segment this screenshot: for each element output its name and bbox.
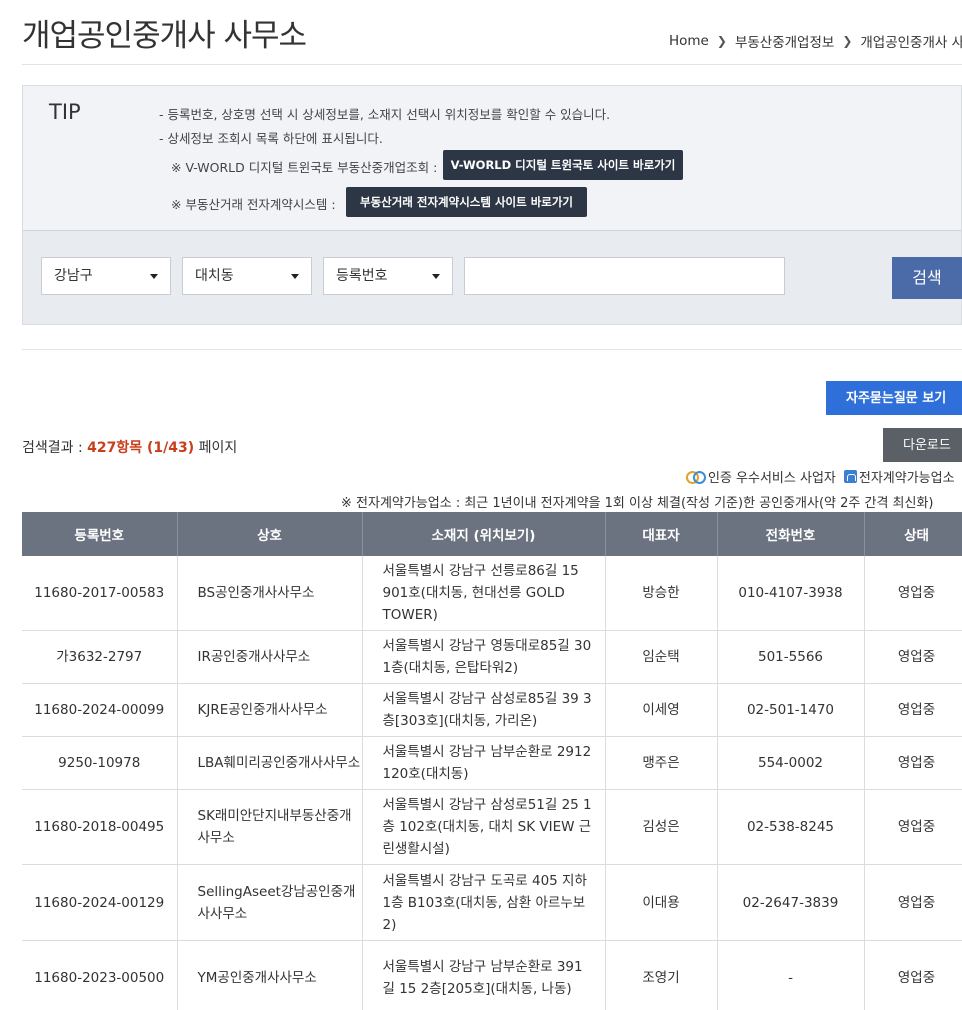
- phone-number: 02-2647-3839: [717, 864, 865, 941]
- result-count-value: 427항목 (1/43): [87, 440, 195, 456]
- section-divider: [22, 349, 962, 350]
- reg-number-link[interactable]: 11680-2024-00099: [22, 683, 178, 737]
- tip-line-1: - 등록번호, 상호명 선택 시 상세정보를, 소재지 선택시 위치정보를 확인…: [159, 107, 611, 122]
- district-select-value: 강남구: [54, 268, 93, 284]
- phone-number: 554-0002: [717, 736, 865, 790]
- tip-line-2: - 상세정보 조회시 목록 하단에 표시됩니다.: [159, 131, 383, 146]
- title-divider: [22, 64, 962, 65]
- table-row: 11680-2024-00099 KJRE공인중개사사무소 서울특별시 강남구 …: [22, 683, 962, 737]
- tip-box: TIP - 등록번호, 상호명 선택 시 상세정보를, 소재지 선택시 위치정보…: [22, 85, 962, 230]
- dong-select-value: 대치동: [195, 268, 234, 284]
- certified-badge-icon: [686, 469, 706, 484]
- status: 영업중: [864, 864, 962, 941]
- vworld-link-button[interactable]: V-WORLD 디지털 트윈국토 사이트 바로가기: [443, 150, 683, 180]
- representative: 맹주은: [605, 736, 718, 790]
- caret-down-icon: [432, 274, 440, 279]
- office-name-link[interactable]: LBA훼미리공인중개사사무소: [177, 736, 363, 790]
- faq-button[interactable]: 자주묻는질문 보기: [826, 381, 962, 415]
- reg-number-link[interactable]: 11680-2018-00495: [22, 789, 178, 865]
- result-count: 검색결과 : 427항목 (1/43) 페이지: [22, 437, 237, 457]
- caret-down-icon: [150, 274, 158, 279]
- phone-number: 02-501-1470: [717, 683, 865, 737]
- status: 영업중: [864, 736, 962, 790]
- phone-number: -: [717, 940, 865, 1010]
- address-link[interactable]: 서울특별시 강남구 남부순환로 391길 15 2층[205호](대치동, 나동…: [362, 940, 606, 1010]
- office-name-link[interactable]: YM공인중개사사무소: [177, 940, 363, 1010]
- search-bar: 강남구 대치동 등록번호 검색: [22, 230, 962, 325]
- breadcrumb-current[interactable]: 개업공인중개사 사무소: [860, 31, 962, 51]
- status: 영업중: [864, 789, 962, 865]
- col-header-name: 상호: [177, 512, 363, 556]
- district-select[interactable]: 강남구: [41, 257, 171, 295]
- phone-number: 010-4107-3938: [717, 556, 865, 631]
- col-header-reg: 등록번호: [22, 512, 178, 556]
- search-button[interactable]: 검색: [892, 257, 962, 299]
- address-link[interactable]: 서울특별시 강남구 선릉로86길 15 901호(대치동, 현대선릉 GOLD …: [362, 556, 606, 631]
- tip-label: TIP: [49, 100, 81, 124]
- col-header-rep: 대표자: [605, 512, 718, 556]
- reg-number-link[interactable]: 가3632-2797: [22, 630, 178, 684]
- table-row: 11680-2018-00495 SK래미안단지내부동산중개사무소 서울특별시 …: [22, 789, 962, 865]
- legend-econtract: 전자계약가능업소: [858, 471, 955, 486]
- phone-number: 501-5566: [717, 630, 865, 684]
- address-link[interactable]: 서울특별시 강남구 영동대로85길 30 1층(대치동, 은탑타워2): [362, 630, 606, 684]
- table-row: 9250-10978 LBA훼미리공인중개사사무소 서울특별시 강남구 남부순환…: [22, 736, 962, 790]
- table-header-row: 등록번호 상호 소재지 (위치보기) 대표자 전화번호 상태: [22, 512, 962, 556]
- legend-certified: 인증 우수서비스 사업자: [708, 471, 836, 486]
- address-link[interactable]: 서울특별시 강남구 남부순환로 2912 120호(대치동): [362, 736, 606, 790]
- chevron-right-icon: ❯: [716, 34, 727, 48]
- download-button[interactable]: 다운로드: [883, 428, 962, 462]
- page-title: 개업공인중개사 사무소: [22, 18, 307, 54]
- address-link[interactable]: 서울특별시 강남구 도곡로 405 지하1층 B103호(대치동, 삼환 아르누…: [362, 864, 606, 941]
- office-name-link[interactable]: KJRE공인중개사사무소: [177, 683, 363, 737]
- office-name-link[interactable]: IR공인중개사사무소: [177, 630, 363, 684]
- breadcrumb: Home ❯ 부동산중개업정보 ❯ 개업공인중개사 사무소: [669, 31, 962, 51]
- econtract-note: ※ 부동산거래 전자계약시스템 :: [171, 197, 336, 212]
- table-row: 11680-2024-00129 SellingAseet강남공인중개사사무소 …: [22, 864, 962, 941]
- vworld-note: ※ V-WORLD 디지털 트윈국토 부동산중개업조회 :: [171, 160, 438, 175]
- office-name-link[interactable]: SK래미안단지내부동산중개사무소: [177, 789, 363, 865]
- phone-number: 02-538-8245: [717, 789, 865, 865]
- reg-number-link[interactable]: 11680-2023-00500: [22, 940, 178, 1010]
- address-link[interactable]: 서울특별시 강남구 삼성로85길 39 3층[303호](대치동, 가리온): [362, 683, 606, 737]
- chevron-right-icon: ❯: [842, 34, 853, 48]
- breadcrumb-real-estate-info[interactable]: 부동산중개업정보: [735, 31, 834, 51]
- table-row: 가3632-2797 IR공인중개사사무소 서울특별시 강남구 영동대로85길 …: [22, 630, 962, 684]
- address-link[interactable]: 서울특별시 강남구 삼성로51길 25 1층 102호(대치동, 대치 SK V…: [362, 789, 606, 865]
- col-header-status: 상태: [864, 512, 962, 556]
- office-name-link[interactable]: SellingAseet강남공인중개사사무소: [177, 864, 363, 941]
- representative: 방승한: [605, 556, 718, 631]
- status: 영업중: [864, 940, 962, 1010]
- table-row: 11680-2023-00500 YM공인중개사사무소 서울특별시 강남구 남부…: [22, 940, 962, 1010]
- reg-number-link[interactable]: 9250-10978: [22, 736, 178, 790]
- econtract-note-text: ※ 전자계약가능업소 : 최근 1년이내 전자계약을 1회 이상 체결(작성 기…: [341, 496, 934, 511]
- legend: 인증 우수서비스 사업자 전자계약가능업소: [686, 467, 955, 486]
- result-count-suffix: 페이지: [194, 440, 238, 456]
- results-table: 등록번호 상호 소재지 (위치보기) 대표자 전화번호 상태 11680-201…: [22, 512, 962, 1010]
- search-type-select-value: 등록번호: [336, 268, 388, 284]
- status: 영업중: [864, 683, 962, 737]
- reg-number-link[interactable]: 11680-2024-00129: [22, 864, 178, 941]
- search-type-select[interactable]: 등록번호: [323, 257, 453, 295]
- representative: 이대용: [605, 864, 718, 941]
- table-row: 11680-2017-00583 BS공인중개사사무소 서울특별시 강남구 선릉…: [22, 556, 962, 631]
- col-header-tel: 전화번호: [717, 512, 865, 556]
- representative: 이세영: [605, 683, 718, 737]
- reg-number-link[interactable]: 11680-2017-00583: [22, 556, 178, 631]
- representative: 조영기: [605, 940, 718, 1010]
- status: 영업중: [864, 556, 962, 631]
- representative: 임순택: [605, 630, 718, 684]
- col-header-addr: 소재지 (위치보기): [362, 512, 606, 556]
- result-count-prefix: 검색결과 :: [22, 440, 88, 456]
- caret-down-icon: [291, 274, 299, 279]
- results-table-wrap: 등록번호 상호 소재지 (위치보기) 대표자 전화번호 상태 11680-201…: [22, 512, 962, 1010]
- econtract-badge-icon: [843, 470, 857, 483]
- representative: 김성은: [605, 789, 718, 865]
- econtract-link-button[interactable]: 부동산거래 전자계약시스템 사이트 바로가기: [346, 187, 587, 217]
- office-name-link[interactable]: BS공인중개사사무소: [177, 556, 363, 631]
- search-input[interactable]: [464, 257, 785, 295]
- breadcrumb-home[interactable]: Home: [669, 33, 709, 49]
- status: 영업중: [864, 630, 962, 684]
- dong-select[interactable]: 대치동: [182, 257, 312, 295]
